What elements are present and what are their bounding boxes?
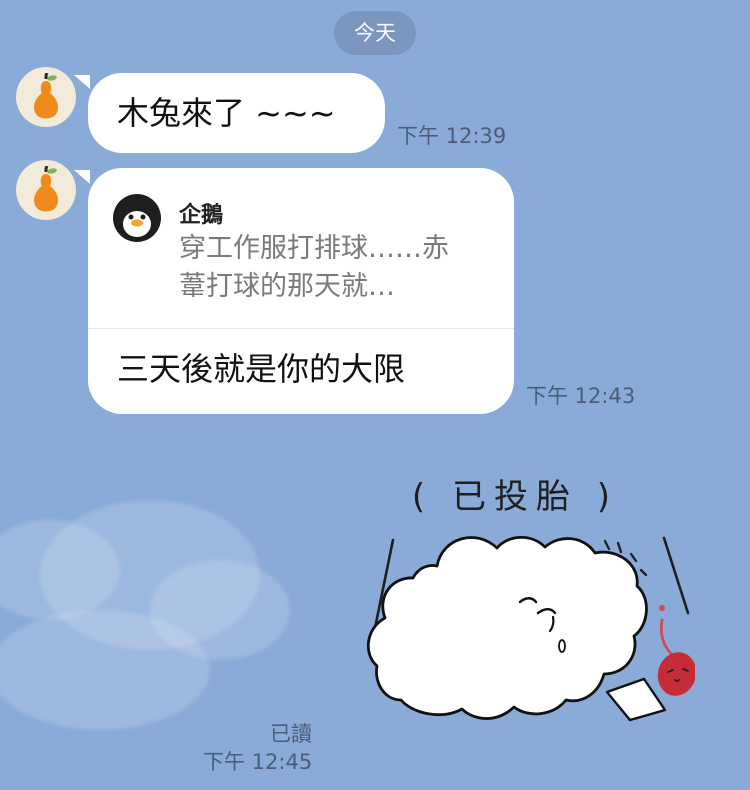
message-time: 下午 12:43 <box>526 384 636 408</box>
sticker-ghost[interactable]: ( 已投胎 ) <box>355 468 695 768</box>
pear-icon <box>34 73 58 119</box>
message-bubble-2[interactable]: 企鵝 穿工作服打排球……赤 葦打球的那天就… 三天後就是你的大限 <box>74 168 514 414</box>
reply-quote[interactable]: 企鵝 穿工作服打排球……赤 葦打球的那天就… <box>88 168 514 328</box>
read-status: 已讀 <box>270 722 312 746</box>
penguin-icon <box>113 194 161 242</box>
message-text: 木兔來了 ~~~ <box>117 94 336 132</box>
message-bubble-1[interactable]: 木兔來了 ~~~ <box>74 73 385 153</box>
message-time: 下午 12:39 <box>397 124 507 148</box>
quote-divider <box>88 328 514 329</box>
sender-avatar[interactable] <box>16 160 76 220</box>
date-divider: 今天 <box>334 11 416 55</box>
quote-preview-line-2: 葦打球的那天就… <box>179 271 395 302</box>
message-text: 三天後就是你的大限 <box>117 350 406 388</box>
sender-avatar[interactable] <box>16 67 76 127</box>
quote-preview-line-1: 穿工作服打排球……赤 <box>179 233 449 264</box>
sticker-text: ( 已投胎 ) <box>412 477 618 517</box>
quote-avatar <box>113 194 161 242</box>
pear-icon <box>34 166 58 212</box>
message-time: 下午 12:45 <box>203 750 313 774</box>
sticker-artwork: ( 已投胎 ) <box>366 477 695 722</box>
quote-sender-name: 企鵝 <box>179 203 224 228</box>
background-cloud <box>0 610 210 730</box>
